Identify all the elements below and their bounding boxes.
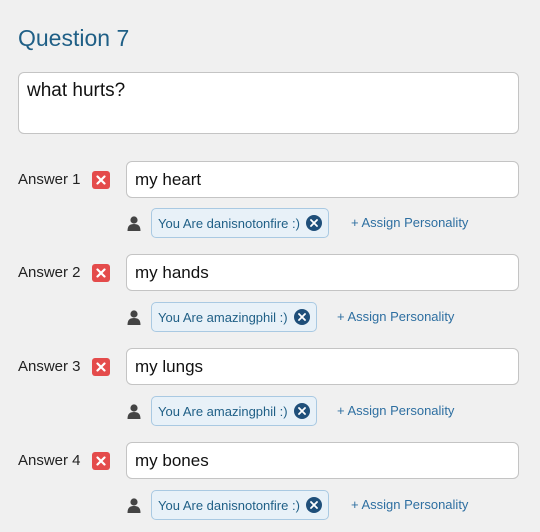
circle-x-icon bbox=[310, 219, 318, 227]
personality-tag-label: You Are danisnotonfire :) bbox=[158, 497, 300, 513]
delete-answer-button[interactable] bbox=[92, 171, 110, 189]
answer-label: Answer 1 bbox=[18, 171, 81, 188]
personality-tag-label: You Are danisnotonfire :) bbox=[158, 215, 300, 231]
question-title: Question 7 bbox=[18, 25, 130, 51]
answer-input[interactable]: my heart bbox=[126, 161, 519, 198]
person-icon bbox=[127, 216, 141, 231]
answer-label: Answer 4 bbox=[18, 452, 81, 469]
delete-answer-button[interactable] bbox=[92, 264, 110, 282]
assign-personality-link[interactable]: + Assign Personality bbox=[351, 208, 468, 238]
personality-tag-label: You Are amazingphil :) bbox=[158, 309, 288, 325]
personality-tag: You Are amazingphil :) bbox=[151, 302, 317, 332]
remove-personality-button[interactable] bbox=[305, 215, 322, 231]
close-x-icon bbox=[96, 268, 106, 278]
assign-personality-link[interactable]: + Assign Personality bbox=[351, 490, 468, 520]
person-icon bbox=[127, 404, 141, 419]
answer-label: Answer 2 bbox=[18, 264, 81, 281]
personality-tag-label: You Are amazingphil :) bbox=[158, 403, 288, 419]
delete-answer-button[interactable] bbox=[92, 358, 110, 376]
answer-input[interactable]: my hands bbox=[126, 254, 519, 291]
close-x-icon bbox=[96, 175, 106, 185]
answer-label: Answer 3 bbox=[18, 358, 81, 375]
personality-tag: You Are amazingphil :) bbox=[151, 396, 317, 426]
answer-input[interactable]: my bones bbox=[126, 442, 519, 479]
remove-personality-button[interactable] bbox=[305, 497, 322, 513]
personality-tag: You Are danisnotonfire :) bbox=[151, 208, 329, 238]
close-x-icon bbox=[96, 456, 106, 466]
circle-x-icon bbox=[297, 313, 306, 321]
remove-personality-button[interactable] bbox=[293, 309, 310, 325]
person-icon bbox=[127, 310, 141, 325]
personality-tag: You Are danisnotonfire :) bbox=[151, 490, 329, 520]
question-text-field[interactable]: what hurts? bbox=[18, 72, 519, 134]
close-x-icon bbox=[96, 362, 106, 372]
assign-personality-link[interactable]: + Assign Personality bbox=[337, 396, 454, 426]
circle-x-icon bbox=[310, 501, 318, 509]
assign-personality-link[interactable]: + Assign Personality bbox=[337, 302, 454, 332]
remove-personality-button[interactable] bbox=[293, 403, 310, 419]
person-icon bbox=[127, 498, 141, 513]
answer-input[interactable]: my lungs bbox=[126, 348, 519, 385]
delete-answer-button[interactable] bbox=[92, 452, 110, 470]
circle-x-icon bbox=[297, 407, 306, 415]
